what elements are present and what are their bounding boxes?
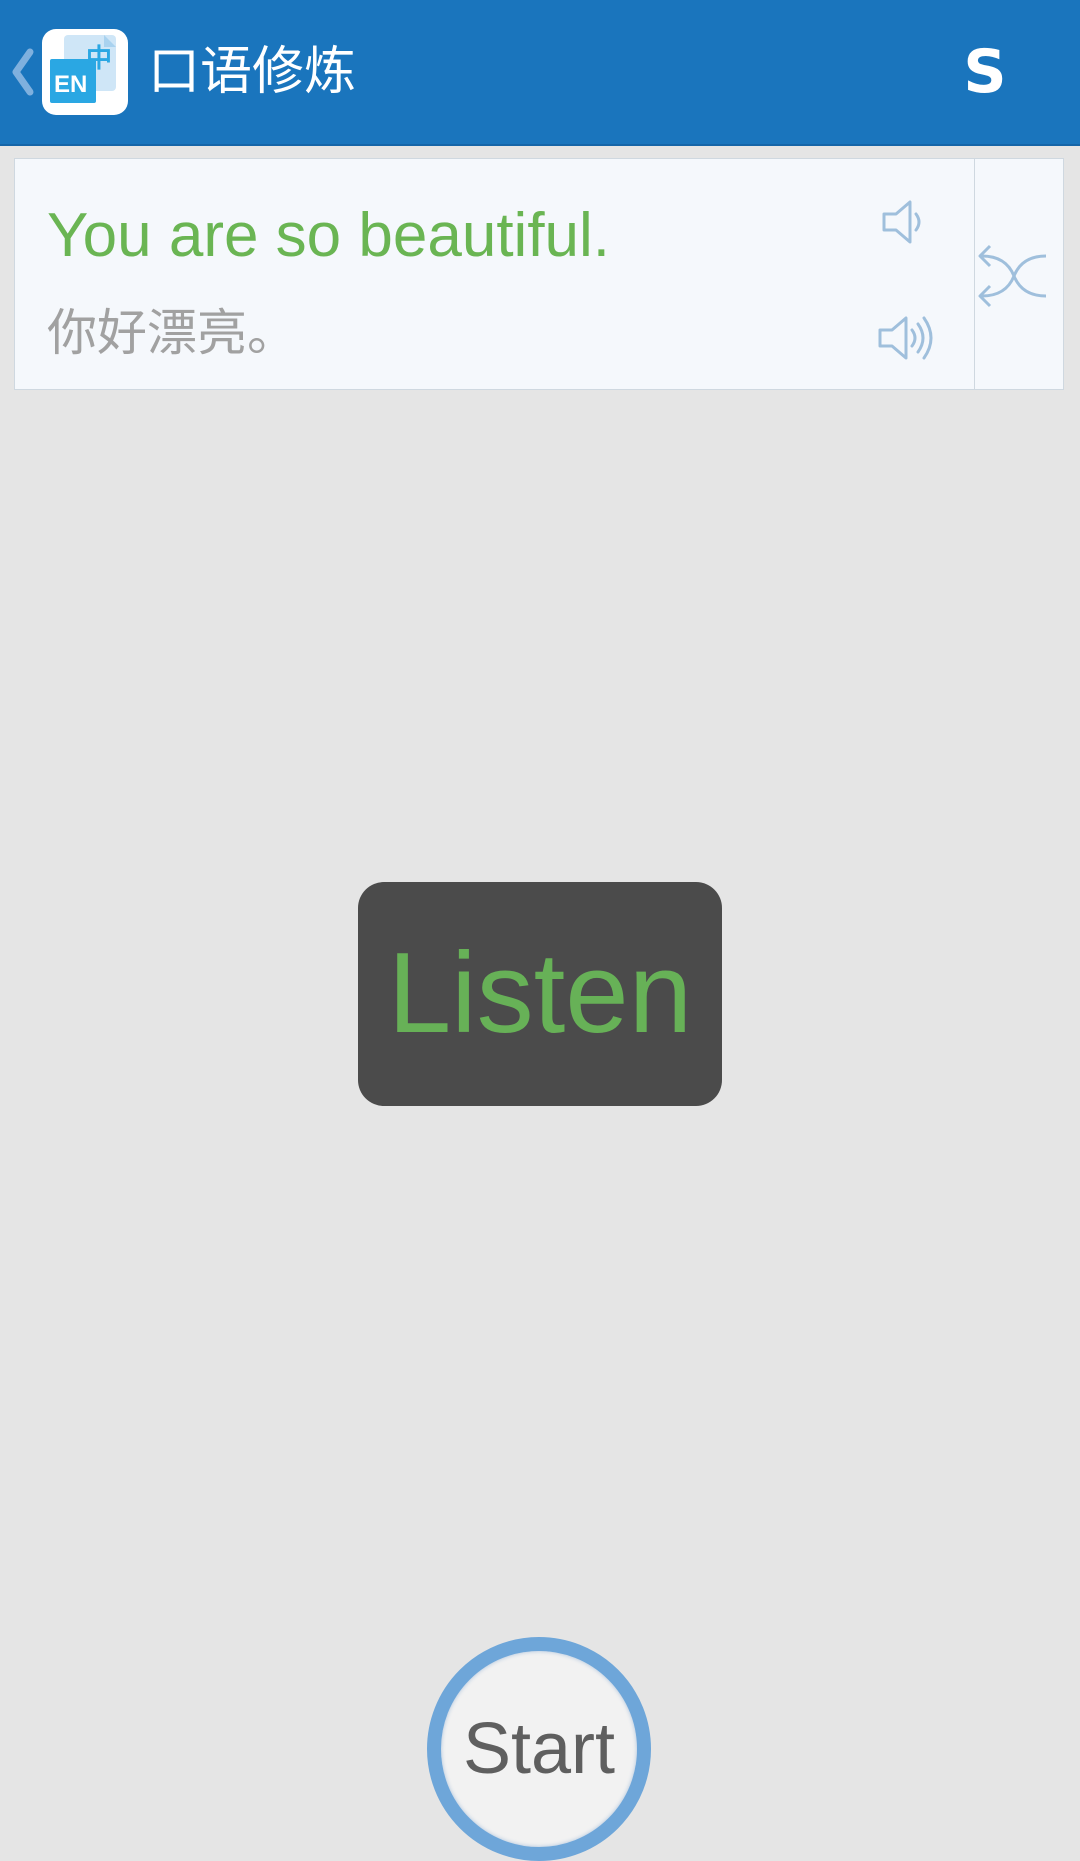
chevron-left-icon[interactable]	[10, 44, 36, 100]
shuffle-icon[interactable]	[976, 240, 1052, 310]
app-title: 口语修炼	[148, 42, 357, 102]
listen-label: Listen	[387, 930, 693, 1057]
sentence-card-main: You are so beautiful. 你好漂亮。	[15, 159, 975, 389]
start-button[interactable]: Start	[427, 1637, 651, 1861]
speaker-high-volume-icon[interactable]	[876, 308, 936, 368]
logo-en-text: EN	[54, 71, 87, 98]
english-sentence: You are so beautiful.	[47, 201, 611, 270]
logo-zh-text: 中	[86, 44, 112, 74]
listen-prompt: Listen	[358, 882, 722, 1106]
speaker-low-volume-icon[interactable]	[876, 192, 936, 252]
start-label: Start	[462, 1709, 616, 1789]
app-logo-icon[interactable]: EN 中	[42, 29, 128, 115]
chinese-translation: 你好漂亮。	[47, 304, 297, 362]
menu-s-button[interactable]: S	[940, 30, 1030, 114]
app-bar: EN 中 口语修炼 S	[0, 0, 1080, 146]
